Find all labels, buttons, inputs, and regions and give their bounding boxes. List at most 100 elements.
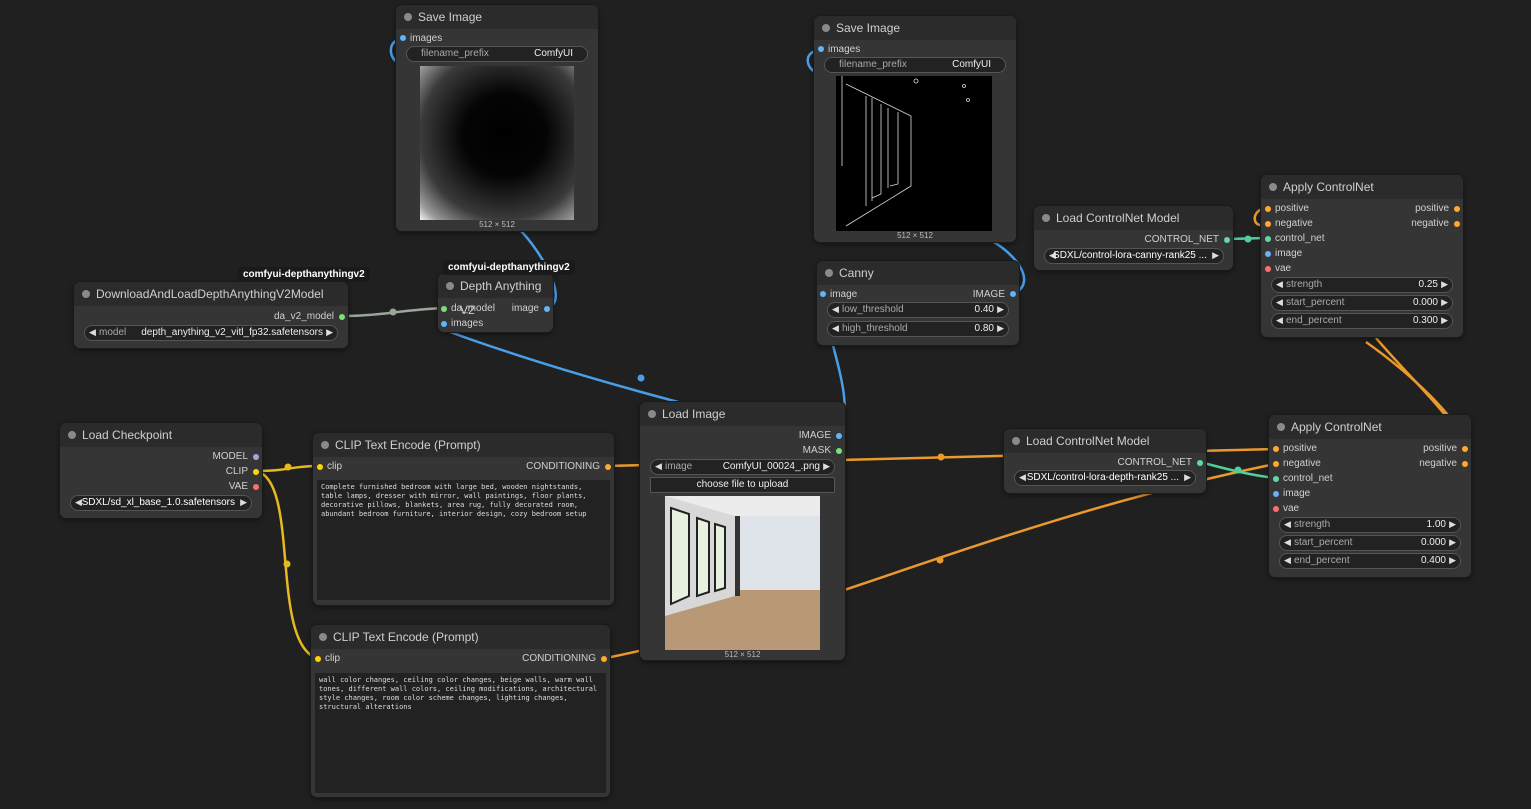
collapse-dot-icon[interactable] xyxy=(82,290,90,298)
output-slot-da-v2-model[interactable] xyxy=(339,314,345,320)
collapse-dot-icon[interactable] xyxy=(321,441,329,449)
apply-controlnet-node-2[interactable]: Apply ControlNet positive negative contr… xyxy=(1269,415,1471,577)
end-percent-slider[interactable]: ◀ end_percent 0.300 ▶ xyxy=(1271,313,1453,329)
collapse-dot-icon[interactable] xyxy=(822,24,830,32)
model-combo[interactable]: ◀ model depth_anything_v2_vitl_fp32.safe… xyxy=(84,325,338,341)
prompt-textarea[interactable]: Complete furnished bedroom with large be… xyxy=(317,480,610,600)
output-slot-control-net[interactable] xyxy=(1197,460,1203,466)
output-slot-control-net[interactable] xyxy=(1224,237,1230,243)
right-arrow-icon[interactable]: ▶ xyxy=(1184,472,1191,483)
left-arrow-icon[interactable]: ◀ xyxy=(1276,297,1283,308)
node-title[interactable]: CLIP Text Encode (Prompt) xyxy=(311,625,610,649)
canny-node[interactable]: Canny image IMAGE ◀ low_threshold 0.40 ▶ ◀… xyxy=(817,261,1019,345)
input-slot-clip[interactable] xyxy=(315,656,321,662)
load-image-node[interactable]: Load Image IMAGE MASK ◀ image ComfyUI_00… xyxy=(640,402,845,660)
right-arrow-icon[interactable]: ▶ xyxy=(1212,250,1219,261)
node-title[interactable]: DownloadAndLoadDepthAnythingV2Model xyxy=(74,282,348,306)
controlnet-name-combo[interactable]: ◀ SDXL/control-lora-depth-rank25 ... ▶ xyxy=(1014,470,1196,486)
input-slot-positive[interactable] xyxy=(1265,206,1271,212)
output-slot-clip[interactable] xyxy=(253,469,259,475)
input-slot-positive[interactable] xyxy=(1273,446,1279,452)
output-slot-image[interactable] xyxy=(1010,291,1016,297)
node-title[interactable]: Depth Anything V2 xyxy=(438,274,553,317)
output-slot-negative[interactable] xyxy=(1462,461,1468,467)
input-slot-control-net[interactable] xyxy=(1265,236,1271,242)
load-controlnet-node-2[interactable]: Load ControlNet Model CONTROL_NET ◀ SDXL… xyxy=(1004,429,1206,493)
right-arrow-icon[interactable]: ▶ xyxy=(823,461,830,472)
node-title[interactable]: Canny xyxy=(817,261,1019,285)
end-percent-slider[interactable]: ◀ end_percent 0.400 ▶ xyxy=(1279,553,1461,569)
right-arrow-icon[interactable]: ▶ xyxy=(1449,537,1456,548)
filename-prefix-field[interactable]: filename_prefix ComfyUI xyxy=(824,57,1006,73)
controlnet-name-combo[interactable]: ◀ SDXL/control-lora-canny-rank25 ... ▶ xyxy=(1044,248,1224,264)
node-title[interactable]: CLIP Text Encode (Prompt) xyxy=(313,433,614,457)
output-slot-positive[interactable] xyxy=(1462,446,1468,452)
apply-controlnet-node-1[interactable]: Apply ControlNet positive negative contr… xyxy=(1261,175,1463,337)
strength-slider[interactable]: ◀ strength 1.00 ▶ xyxy=(1279,517,1461,533)
output-slot-image[interactable] xyxy=(836,433,842,439)
collapse-dot-icon[interactable] xyxy=(1012,437,1020,445)
input-slot-negative[interactable] xyxy=(1273,461,1279,467)
input-slot-images[interactable] xyxy=(441,321,447,327)
load-controlnet-node-1[interactable]: Load ControlNet Model CONTROL_NET ◀ SDXL… xyxy=(1034,206,1233,270)
input-slot-image[interactable] xyxy=(1273,491,1279,497)
input-slot-clip[interactable] xyxy=(317,464,323,470)
prompt-textarea[interactable]: wall color changes, ceiling color change… xyxy=(315,673,606,793)
input-slot-control-net[interactable] xyxy=(1273,476,1279,482)
input-slot-vae[interactable] xyxy=(1265,266,1271,272)
start-percent-slider[interactable]: ◀ start_percent 0.000 ▶ xyxy=(1271,295,1453,311)
output-slot-mask[interactable] xyxy=(836,448,842,454)
output-slot-conditioning[interactable] xyxy=(601,656,607,662)
left-arrow-icon[interactable]: ◀ xyxy=(1276,315,1283,326)
output-slot-image[interactable] xyxy=(544,306,550,312)
left-arrow-icon[interactable]: ◀ xyxy=(1284,555,1291,566)
download-depth-model-node[interactable]: DownloadAndLoadDepthAnythingV2Model da_v… xyxy=(74,282,348,348)
collapse-dot-icon[interactable] xyxy=(319,633,327,641)
output-slot-vae[interactable] xyxy=(253,484,259,490)
output-slot-positive[interactable] xyxy=(1454,206,1460,212)
output-slot-conditioning[interactable] xyxy=(605,464,611,470)
right-arrow-icon[interactable]: ▶ xyxy=(1449,519,1456,530)
right-arrow-icon[interactable]: ▶ xyxy=(997,304,1004,315)
strength-slider[interactable]: ◀ strength 0.25 ▶ xyxy=(1271,277,1453,293)
input-slot-da-model[interactable] xyxy=(441,306,447,312)
right-arrow-icon[interactable]: ▶ xyxy=(1449,555,1456,566)
save-image-node-1[interactable]: Save Image images filename_prefix ComfyU… xyxy=(396,5,598,231)
right-arrow-icon[interactable]: ▶ xyxy=(997,323,1004,334)
left-arrow-icon[interactable]: ◀ xyxy=(1276,279,1283,290)
low-threshold-slider[interactable]: ◀ low_threshold 0.40 ▶ xyxy=(827,302,1009,318)
node-title[interactable]: Save Image xyxy=(814,16,1016,40)
input-slot-image[interactable] xyxy=(820,291,826,297)
load-checkpoint-node[interactable]: Load Checkpoint MODEL CLIP VAE ◀ SDXL/sd… xyxy=(60,423,262,518)
node-title[interactable]: Load Checkpoint xyxy=(60,423,262,447)
left-arrow-icon[interactable]: ◀ xyxy=(89,327,96,338)
clip-text-encode-node-1[interactable]: CLIP Text Encode (Prompt) clip CONDITION… xyxy=(313,433,614,605)
collapse-dot-icon[interactable] xyxy=(68,431,76,439)
node-title[interactable]: Load ControlNet Model xyxy=(1034,206,1233,230)
left-arrow-icon[interactable]: ◀ xyxy=(1019,472,1026,483)
right-arrow-icon[interactable]: ▶ xyxy=(1441,297,1448,308)
high-threshold-slider[interactable]: ◀ high_threshold 0.80 ▶ xyxy=(827,321,1009,337)
left-arrow-icon[interactable]: ◀ xyxy=(832,323,839,334)
right-arrow-icon[interactable]: ▶ xyxy=(326,327,333,338)
left-arrow-icon[interactable]: ◀ xyxy=(1284,519,1291,530)
collapse-dot-icon[interactable] xyxy=(1269,183,1277,191)
input-slot-image[interactable] xyxy=(1265,251,1271,257)
filename-prefix-field[interactable]: filename_prefix ComfyUI xyxy=(406,46,588,62)
collapse-dot-icon[interactable] xyxy=(1277,423,1285,431)
image-combo[interactable]: ◀ image ComfyUI_00024_.png ▶ xyxy=(650,459,835,475)
input-slot-images[interactable] xyxy=(400,35,406,41)
depth-anything-node[interactable]: Depth Anything V2 da_model images image xyxy=(438,274,553,332)
start-percent-slider[interactable]: ◀ start_percent 0.000 ▶ xyxy=(1279,535,1461,551)
collapse-dot-icon[interactable] xyxy=(1042,214,1050,222)
collapse-dot-icon[interactable] xyxy=(648,410,656,418)
input-slot-images[interactable] xyxy=(818,46,824,52)
collapse-dot-icon[interactable] xyxy=(404,13,412,21)
right-arrow-icon[interactable]: ▶ xyxy=(240,497,247,508)
input-slot-negative[interactable] xyxy=(1265,221,1271,227)
node-title[interactable]: Apply ControlNet xyxy=(1269,415,1471,439)
clip-text-encode-node-2[interactable]: CLIP Text Encode (Prompt) clip CONDITION… xyxy=(311,625,610,797)
left-arrow-icon[interactable]: ◀ xyxy=(1284,537,1291,548)
output-slot-model[interactable] xyxy=(253,454,259,460)
left-arrow-icon[interactable]: ◀ xyxy=(832,304,839,315)
